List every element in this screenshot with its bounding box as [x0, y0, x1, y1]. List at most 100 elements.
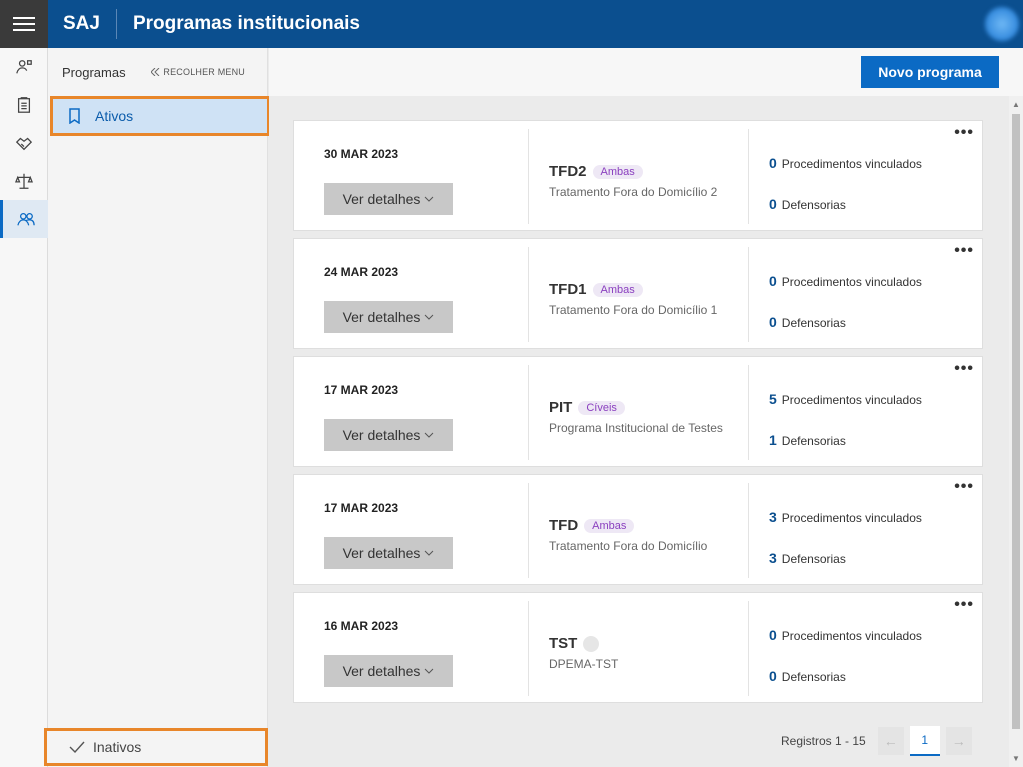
defensorias-stat: 1 Defensorias — [769, 432, 846, 448]
view-details-button[interactable]: Ver detalhes — [324, 183, 453, 215]
records-count: Registros 1 - 15 — [781, 734, 866, 748]
avatar[interactable] — [985, 7, 1019, 41]
nav-item-inativos[interactable]: Inativos — [44, 728, 268, 766]
view-details-button[interactable]: Ver detalhes — [324, 655, 453, 687]
card-divider — [748, 365, 749, 460]
collapse-menu-button[interactable]: RECOLHER MENU — [151, 67, 245, 77]
icon-rail — [0, 48, 48, 767]
program-code-row: TFD1 Ambas — [549, 281, 643, 298]
program-description: Tratamento Fora do Domicílio 2 — [549, 185, 718, 199]
card-divider — [528, 365, 529, 460]
next-page-button[interactable]: → — [945, 727, 972, 755]
program-tag: Ambas — [592, 282, 643, 297]
person-pin-icon — [16, 60, 32, 74]
defensorias-count: 0 — [769, 196, 777, 212]
program-tag: Ambas — [584, 518, 635, 533]
defensorias-stat: 0 Defensorias — [769, 196, 846, 212]
program-code: PIT — [549, 399, 573, 416]
chevron-down-icon — [425, 432, 434, 438]
rail-item-programs[interactable] — [0, 200, 48, 238]
more-options-icon[interactable]: ••• — [954, 361, 974, 377]
program-code-row: TFD Ambas — [549, 517, 635, 534]
view-details-button[interactable]: Ver detalhes — [324, 419, 453, 451]
procedimentos-count: 0 — [769, 155, 777, 171]
people-group-icon — [16, 212, 35, 226]
program-description: Programa Institucional de Testes — [549, 421, 723, 435]
more-options-icon[interactable]: ••• — [954, 243, 974, 259]
procedimentos-stat: 3 Procedimentos vinculados — [769, 509, 922, 525]
view-details-label: Ver detalhes — [342, 663, 421, 679]
procedimentos-label: Procedimentos vinculados — [781, 157, 922, 171]
program-tag: Cíveis — [578, 400, 625, 415]
card-divider — [748, 483, 749, 578]
card-divider — [528, 129, 529, 224]
nav-item-inativos-label: Inativos — [93, 739, 142, 755]
program-code: TFD1 — [549, 281, 587, 298]
new-program-button[interactable]: Novo programa — [861, 56, 999, 88]
double-chevron-left-icon — [151, 68, 160, 76]
pagination: Registros 1 - 15 ← 1 → — [781, 726, 972, 756]
program-code: TFD — [549, 517, 579, 534]
procedimentos-stat: 0 Procedimentos vinculados — [769, 627, 922, 643]
secondary-nav: Programas RECOLHER MENU Ativos — [48, 48, 270, 767]
program-tag: Ambas — [592, 164, 643, 179]
more-options-icon[interactable]: ••• — [954, 597, 974, 613]
card-divider — [748, 601, 749, 696]
program-code: TFD2 — [549, 163, 587, 180]
program-tag — [583, 635, 600, 652]
program-date: 17 MAR 2023 — [324, 501, 399, 515]
card-divider — [748, 129, 749, 224]
defensorias-count: 1 — [769, 432, 777, 448]
view-details-button[interactable]: Ver detalhes — [324, 301, 453, 333]
procedimentos-stat: 0 Procedimentos vinculados — [769, 155, 922, 171]
program-code-row: TFD2 Ambas — [549, 163, 643, 180]
procedimentos-stat: 5 Procedimentos vinculados — [769, 391, 922, 407]
brand-logo[interactable]: SAJ — [63, 9, 117, 39]
program-card: 24 MAR 2023 Ver detalhes TFD1 Ambas Trat… — [293, 238, 983, 349]
procedimentos-count: 0 — [769, 627, 777, 643]
subnav-title: Programas — [62, 64, 126, 80]
nav-item-ativos[interactable]: Ativos — [50, 96, 270, 136]
more-options-icon[interactable]: ••• — [954, 479, 974, 495]
rail-item-clipboard[interactable] — [0, 86, 48, 124]
scrollbar-thumb[interactable] — [1012, 114, 1020, 729]
card-divider — [528, 247, 529, 342]
scroll-down-arrow-icon[interactable]: ▼ — [1012, 754, 1020, 763]
rail-item-scales[interactable] — [0, 162, 48, 200]
vertical-scrollbar[interactable]: ▲ ▼ — [1009, 96, 1023, 767]
more-options-icon[interactable]: ••• — [954, 125, 974, 141]
chevron-down-icon — [425, 196, 434, 202]
procedimentos-label: Procedimentos vinculados — [781, 393, 922, 407]
program-description: DPEMA-TST — [549, 657, 619, 671]
card-divider — [528, 601, 529, 696]
chevron-down-icon — [425, 668, 434, 674]
hamburger-menu-icon[interactable] — [0, 0, 48, 48]
defensorias-label: Defensorias — [781, 434, 846, 448]
page-title: Programas institucionais — [132, 13, 360, 34]
procedimentos-count: 0 — [769, 273, 777, 289]
program-card: 17 MAR 2023 Ver detalhes TFD Ambas Trata… — [293, 474, 983, 585]
scales-icon — [15, 173, 33, 189]
view-details-label: Ver detalhes — [342, 309, 421, 325]
book-icon — [69, 108, 80, 124]
view-details-label: Ver detalhes — [342, 545, 421, 561]
scroll-up-arrow-icon[interactable]: ▲ — [1012, 100, 1020, 109]
main-toolbar: Novo programa — [269, 48, 1023, 96]
defensorias-count: 3 — [769, 550, 777, 566]
program-card: 16 MAR 2023 Ver detalhes TST DPEMA-TST 0… — [293, 592, 983, 703]
page-1-button[interactable]: 1 — [909, 726, 940, 756]
chevron-down-icon — [425, 550, 434, 556]
rail-item-person-pin[interactable] — [0, 48, 48, 86]
subnav-header: Programas RECOLHER MENU — [48, 48, 267, 96]
defensorias-label: Defensorias — [781, 198, 846, 212]
procedimentos-stat: 0 Procedimentos vinculados — [769, 273, 922, 289]
prev-page-button[interactable]: ← — [877, 727, 904, 755]
card-divider — [748, 247, 749, 342]
defensorias-stat: 0 Defensorias — [769, 314, 846, 330]
procedimentos-count: 3 — [769, 509, 777, 525]
rail-item-handshake[interactable] — [0, 124, 48, 162]
view-details-button[interactable]: Ver detalhes — [324, 537, 453, 569]
program-card: 30 MAR 2023 Ver detalhes TFD2 Ambas Trat… — [293, 120, 983, 231]
clipboard-list-icon — [17, 97, 31, 113]
defensorias-stat: 3 Defensorias — [769, 550, 846, 566]
